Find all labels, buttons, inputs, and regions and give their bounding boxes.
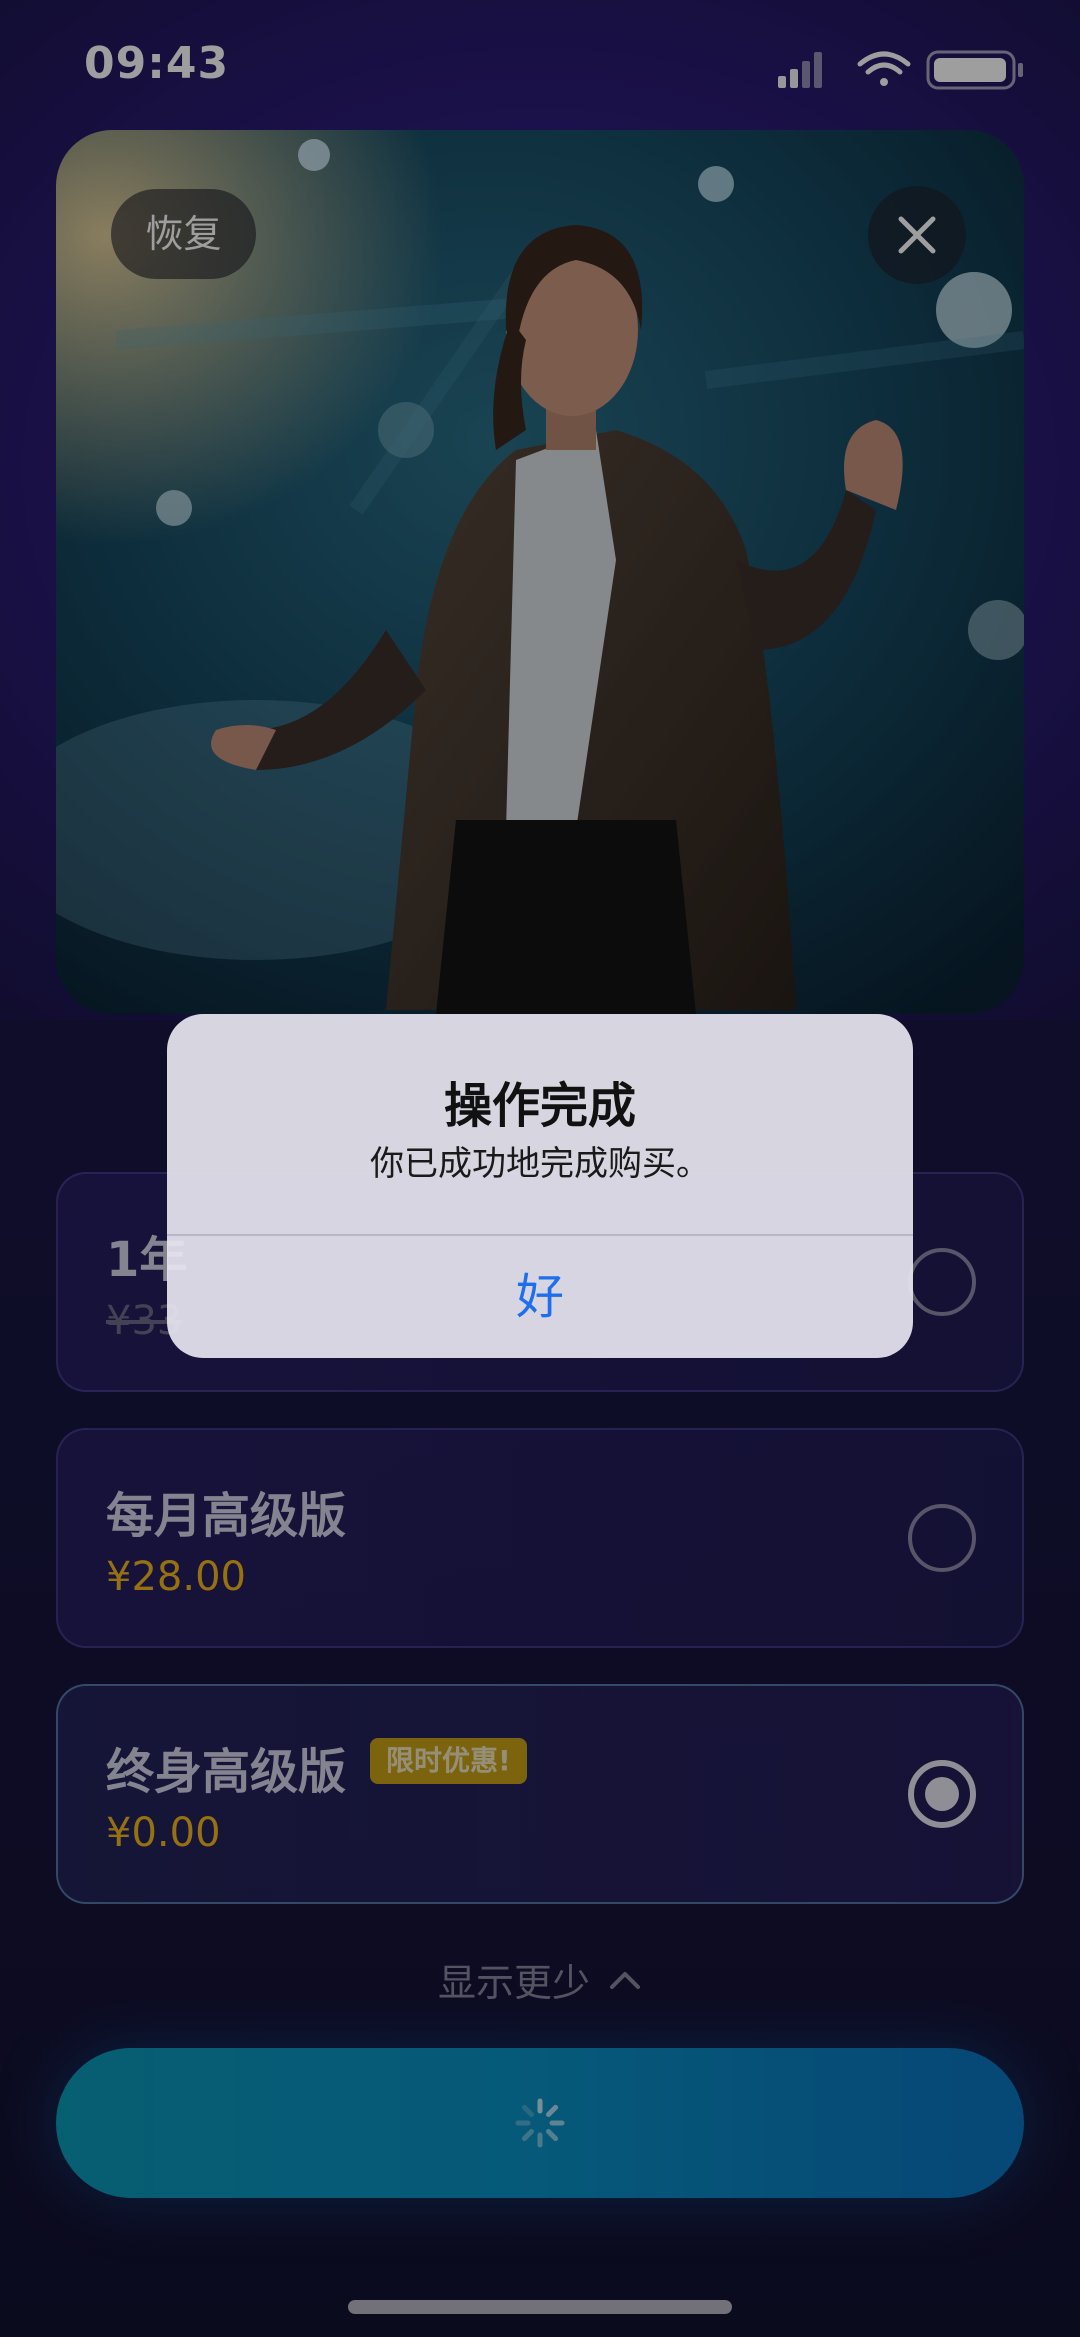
alert-title: 操作完成: [443, 1078, 636, 1134]
paywall-screen: 09:43 恢复 1年 ¥33 每月高级版 ¥28.00 终身高级版 限时优惠!…: [0, 0, 1080, 2337]
alert-message: 你已成功地完成购买。: [370, 1144, 710, 1184]
alert-ok-button[interactable]: 好: [167, 1236, 913, 1358]
purchase-complete-alert: 操作完成 你已成功地完成购买。 好: [167, 1014, 913, 1358]
